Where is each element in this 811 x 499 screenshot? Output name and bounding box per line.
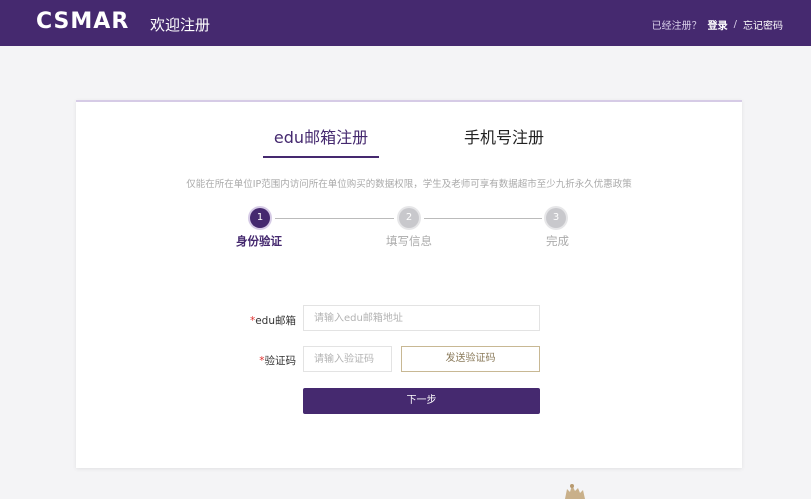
email-label-text: edu邮箱	[255, 315, 296, 327]
already-registered-text: 已经注册？	[651, 21, 702, 32]
next-step-button[interactable]: 下一步	[303, 388, 540, 414]
tab-phone-label: 手机号注册	[463, 128, 544, 147]
progress-steps: 1 2 3 身份验证 填写信息 完成	[76, 208, 742, 254]
active-tab-underline	[263, 156, 379, 158]
tab-edu-email[interactable]: edu邮箱注册	[263, 124, 379, 158]
page-title: 欢迎注册	[150, 16, 211, 34]
separator: /	[733, 19, 737, 30]
step-1-circle: 1	[250, 208, 270, 228]
decorative-figure-icon	[565, 484, 585, 499]
send-code-button[interactable]: 发送验证码	[401, 346, 540, 372]
code-label-text: 验证码	[264, 355, 297, 367]
step-connector-1	[275, 218, 394, 219]
forgot-password-link[interactable]: 忘记密码	[743, 17, 783, 32]
tab-edu-email-label: edu邮箱注册	[273, 128, 369, 147]
step-2-label: 填写信息	[386, 234, 432, 248]
email-input[interactable]	[303, 305, 540, 331]
code-field-label: *验证码	[216, 353, 296, 368]
step-2-circle: 2	[399, 208, 419, 228]
csmar-logo[interactable]: CSMAR	[36, 9, 129, 34]
step-3-circle: 3	[546, 208, 566, 228]
step-3-label: 完成	[546, 234, 569, 248]
notice-text: 仅能在所在单位IP范围内访问所在单位购买的数据权限，学生及老师可享有数据超市至少…	[186, 179, 632, 190]
auth-links: 已经注册？ 登录 / 忘记密码	[652, 17, 783, 32]
register-card: edu邮箱注册 手机号注册 仅能在所在单位IP范围内访问所在单位购买的数据权限，…	[76, 100, 742, 468]
step-connector-2	[424, 218, 542, 219]
email-field-label: *edu邮箱	[216, 313, 296, 328]
login-link[interactable]: 登录	[708, 17, 728, 32]
top-header-bar: CSMAR 欢迎注册 已经注册？ 登录 / 忘记密码	[0, 0, 811, 46]
step-1-label: 身份验证	[236, 234, 282, 248]
tab-phone[interactable]: 手机号注册	[454, 124, 554, 148]
verification-code-input[interactable]	[303, 346, 392, 372]
